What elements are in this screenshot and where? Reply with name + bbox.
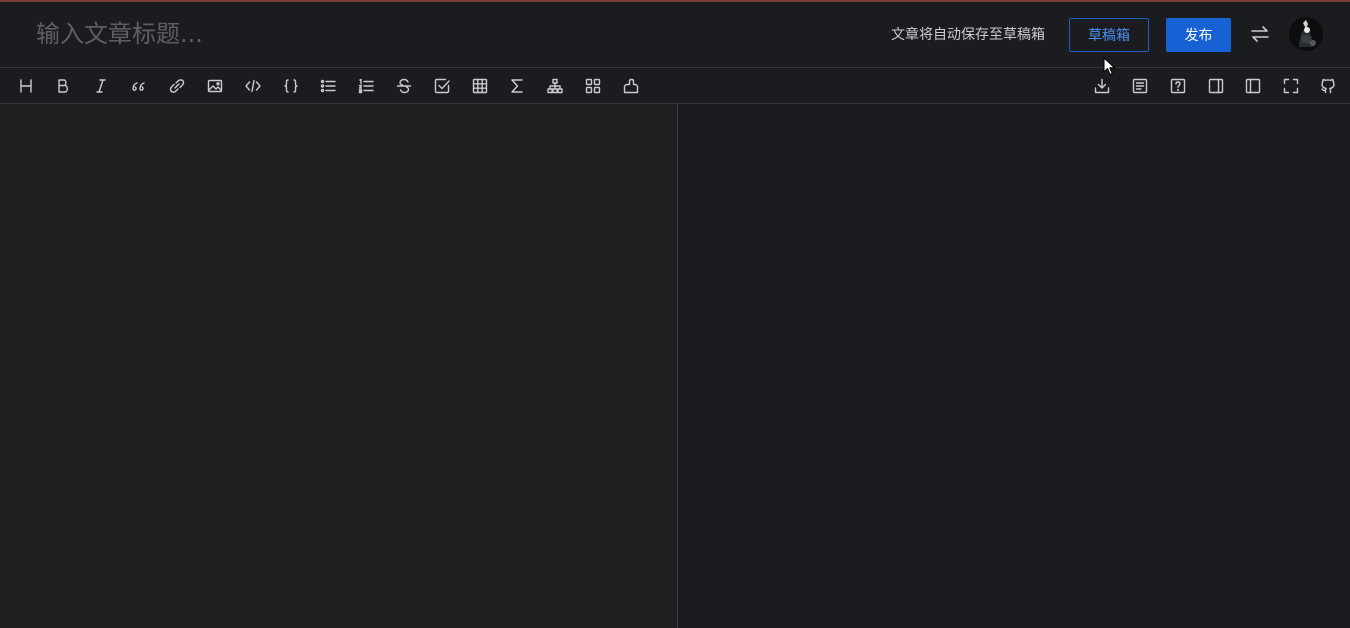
strikethrough-icon[interactable] (392, 74, 416, 98)
bold-icon[interactable] (51, 74, 75, 98)
quote-icon[interactable] (127, 74, 151, 98)
article-title-input[interactable] (24, 14, 748, 54)
link-icon[interactable] (165, 74, 189, 98)
table-icon[interactable] (468, 74, 492, 98)
unordered-list-icon[interactable] (316, 74, 340, 98)
image-icon[interactable] (203, 74, 227, 98)
header-bar: 文章将自动保存至草稿箱 草稿箱 发布 (0, 2, 1350, 68)
editor-app: 文章将自动保存至草稿箱 草稿箱 发布 (0, 0, 1350, 628)
markdown-editor-pane[interactable] (0, 104, 678, 628)
autosave-hint: 文章将自动保存至草稿箱 (891, 27, 1045, 43)
task-list-icon[interactable] (430, 74, 454, 98)
export-icon[interactable] (1090, 74, 1114, 98)
github-icon[interactable] (1316, 74, 1340, 98)
markdown-preview-pane (678, 104, 1350, 628)
toc-icon[interactable] (1128, 74, 1152, 98)
drafts-button[interactable]: 草稿箱 (1069, 18, 1149, 52)
user-avatar[interactable] (1289, 17, 1323, 51)
publish-button[interactable]: 发布 (1166, 18, 1231, 52)
ordered-list-icon[interactable] (354, 74, 378, 98)
inline-code-icon[interactable] (241, 74, 265, 98)
editor-only-icon[interactable] (1241, 74, 1265, 98)
italic-icon[interactable] (89, 74, 113, 98)
theme-icon[interactable] (619, 74, 643, 98)
plugins-icon[interactable] (581, 74, 605, 98)
fullscreen-icon[interactable] (1279, 74, 1303, 98)
markdown-toolbar (0, 68, 1350, 104)
switch-editor-icon[interactable] (1249, 23, 1271, 45)
formula-icon[interactable] (505, 74, 529, 98)
diagram-icon[interactable] (543, 74, 567, 98)
heading-icon[interactable] (14, 74, 38, 98)
code-block-icon[interactable] (279, 74, 303, 98)
help-icon[interactable] (1166, 74, 1190, 98)
preview-only-icon[interactable] (1204, 74, 1228, 98)
